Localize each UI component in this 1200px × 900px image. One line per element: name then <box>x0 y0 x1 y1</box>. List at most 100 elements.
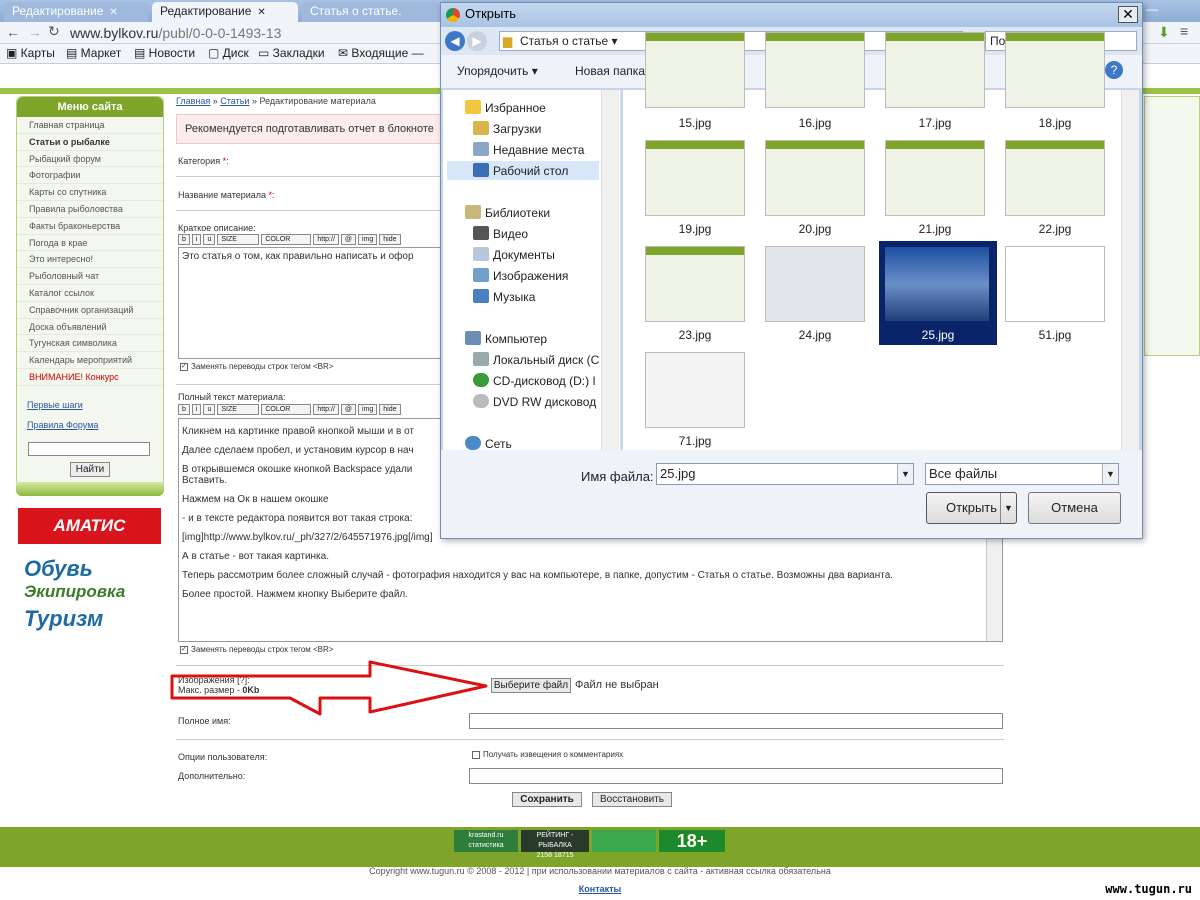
menu-item[interactable]: Справочник организаций <box>17 302 163 319</box>
nav-music[interactable]: Музыка <box>473 289 535 304</box>
file-thumbnail[interactable] <box>645 32 745 108</box>
bookmark-news[interactable]: ▤ Новости <box>134 46 195 60</box>
menu-item[interactable]: Карты со спутника <box>17 184 163 201</box>
file-thumbnail[interactable] <box>645 140 745 216</box>
address-field[interactable]: www.bylkov.ru/publ/0-0-0-1493-13 <box>70 24 450 42</box>
file-name[interactable]: 24.jpg <box>755 328 875 342</box>
hide-button[interactable]: hide <box>379 404 401 415</box>
file-name[interactable]: 16.jpg <box>755 116 875 130</box>
nav-documents[interactable]: Документы <box>473 247 555 262</box>
file-name[interactable]: 71.jpg <box>635 434 755 448</box>
nav-local-disk[interactable]: Локальный диск (С <box>473 352 599 367</box>
file-thumbnail[interactable] <box>765 32 865 108</box>
menu-item[interactable]: ВНИМАНИЕ! Конкурс <box>17 369 163 386</box>
menu-item[interactable]: Это интересно! <box>17 251 163 269</box>
replace-br-checkbox[interactable]: ✓ Заменять переводы строк тегом <BR> <box>180 362 333 371</box>
find-button[interactable]: Найти <box>70 462 110 477</box>
italic-button[interactable]: i <box>191 234 202 245</box>
size-select[interactable]: SIZE <box>217 404 260 415</box>
close-icon[interactable]: ✕ <box>257 7 265 18</box>
krastand-badge[interactable]: krastand.ru статистика <box>454 830 518 852</box>
bookmark-market[interactable]: ▤ Маркет <box>66 46 121 60</box>
bookmark-maps[interactable]: ▣ Карты <box>6 46 55 60</box>
chevron-down-icon[interactable]: ▼ <box>1000 493 1016 523</box>
tab-editing-2[interactable]: Редактирование ✕ <box>152 2 298 22</box>
nav-network[interactable]: Сеть <box>465 436 512 451</box>
organize-button[interactable]: Упорядочить ▾ <box>457 64 538 78</box>
menu-item[interactable]: Доска объявлений <box>17 319 163 336</box>
menu-item[interactable]: Правила рыболовства <box>17 201 163 218</box>
first-steps-link[interactable]: Первые шаги <box>17 400 163 410</box>
back-icon[interactable]: ◀ <box>445 31 465 51</box>
fullname-input[interactable] <box>469 713 1003 729</box>
bookmark-disk[interactable]: ▢ Диск <box>208 46 249 60</box>
file-name[interactable]: 21.jpg <box>875 222 995 236</box>
restore-button[interactable]: Восстановить <box>592 792 672 807</box>
filename-input[interactable]: 25.jpg ▼ <box>656 463 914 485</box>
close-icon[interactable]: ✕ <box>109 7 117 18</box>
size-select[interactable]: SIZE <box>217 234 260 245</box>
nav-desktop[interactable]: Рабочий стол <box>447 161 599 180</box>
email-button[interactable]: @ <box>340 404 356 415</box>
hide-button[interactable]: hide <box>379 234 401 245</box>
email-button[interactable]: @ <box>340 234 356 245</box>
menu-item[interactable]: Рыбацкий форум <box>17 151 163 168</box>
file-name[interactable]: 15.jpg <box>635 116 755 130</box>
file-name[interactable]: 51.jpg <box>995 328 1115 342</box>
nav-video[interactable]: Видео <box>473 226 528 241</box>
save-button[interactable]: Сохранить <box>512 792 582 807</box>
file-thumbnail[interactable] <box>1005 140 1105 216</box>
nav-favorites[interactable]: Избранное <box>465 100 546 115</box>
nav-recent[interactable]: Недавние места <box>473 142 584 157</box>
file-thumbnail[interactable] <box>1005 32 1105 108</box>
file-thumbnail[interactable] <box>765 140 865 216</box>
file-name[interactable]: 20.jpg <box>755 222 875 236</box>
menu-item[interactable]: Тугунская символика <box>17 335 163 353</box>
reload-icon[interactable]: ↻ <box>48 23 60 40</box>
selected-file-tile[interactable]: 25.jpg <box>879 241 997 345</box>
help-icon[interactable]: ? <box>1105 61 1123 79</box>
file-thumbnail[interactable] <box>645 246 745 322</box>
nav-scrollbar[interactable] <box>601 90 619 450</box>
italic-button[interactable]: i <box>191 404 202 415</box>
menu-icon[interactable]: ≡ <box>1180 23 1188 39</box>
chevron-down-icon[interactable]: ▼ <box>1102 464 1118 484</box>
bold-button[interactable]: b <box>178 404 190 415</box>
new-folder-button[interactable]: Новая папка <box>575 64 645 78</box>
color-select[interactable]: COLOR <box>261 404 312 415</box>
back-icon[interactable]: ← <box>6 24 20 40</box>
file-pane-scrollbar[interactable] <box>1121 90 1139 450</box>
menu-item[interactable]: Каталог ссылок <box>17 285 163 302</box>
url-button[interactable]: http:// <box>313 234 339 245</box>
file-thumbnail[interactable] <box>645 352 745 428</box>
menu-item[interactable]: Факты браконьерства <box>17 218 163 235</box>
tab-article[interactable]: Статья о статье. <box>302 2 440 22</box>
minimize-icon[interactable]: — <box>1146 2 1158 16</box>
breadcrumb-home[interactable]: Главная <box>176 96 210 106</box>
cancel-button[interactable]: Отмена <box>1028 492 1121 524</box>
nav-dvd[interactable]: DVD RW дисковод <box>473 394 596 409</box>
counter-badge[interactable] <box>592 830 656 852</box>
tab-editing-1[interactable]: Редактирование ✕ <box>4 2 148 22</box>
site-search-input[interactable] <box>28 442 150 456</box>
download-icon[interactable]: ⬇ <box>1158 24 1170 41</box>
choose-file-button[interactable]: Выберите файл <box>491 678 571 693</box>
nav-images[interactable]: Изображения <box>473 268 568 283</box>
forum-rules-link[interactable]: Правила Форума <box>17 420 163 430</box>
file-thumbnail[interactable] <box>765 246 865 322</box>
rating-badge[interactable]: РЕЙТИНГ - РЫБАЛКА 2158 18715 <box>521 830 589 859</box>
file-thumbnail[interactable] <box>1005 246 1105 322</box>
filetype-select[interactable]: Все файлы ▼ <box>925 463 1119 485</box>
file-name[interactable]: 17.jpg <box>875 116 995 130</box>
short-description-textarea[interactable]: Это статья о том, как правильно написать… <box>178 247 442 359</box>
menu-item[interactable]: Статьи о рыбалке <box>17 134 163 151</box>
forward-icon[interactable]: → <box>28 24 42 40</box>
file-thumbnail[interactable] <box>885 32 985 108</box>
color-select[interactable]: COLOR <box>261 234 312 245</box>
underline-button[interactable]: u <box>203 234 216 245</box>
bookmark-bookmarks[interactable]: ▭ Закладки <box>258 46 325 60</box>
contacts-link[interactable]: Контакты <box>0 884 1200 894</box>
nav-libraries[interactable]: Библиотеки <box>465 205 550 220</box>
file-name[interactable]: 23.jpg <box>635 328 755 342</box>
file-name[interactable]: 22.jpg <box>995 222 1115 236</box>
